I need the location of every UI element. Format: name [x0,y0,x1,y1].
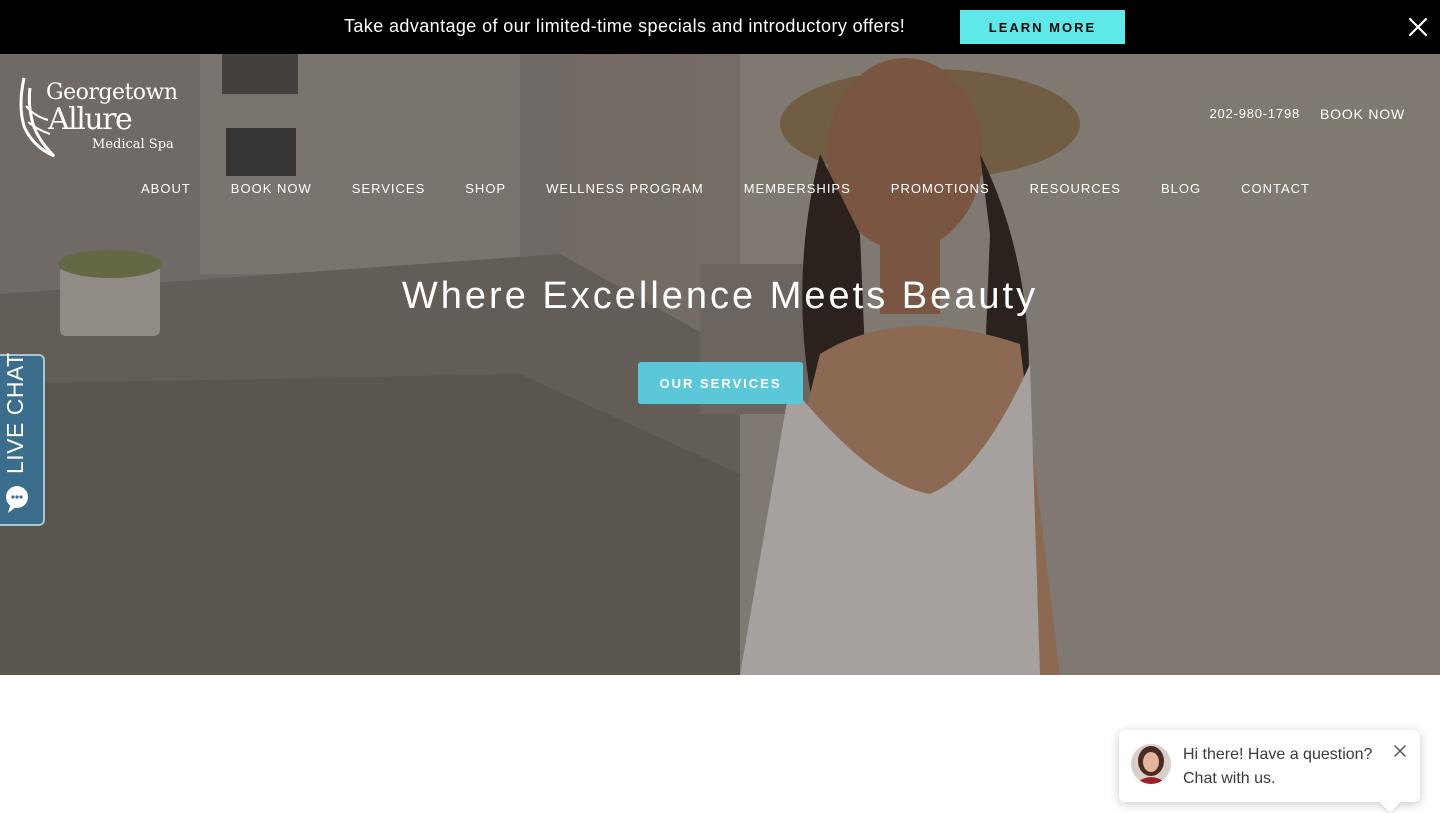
chat-bubble-icon [6,486,28,513]
chat-popup[interactable]: Hi there! Have a question? Chat with us. [1119,730,1420,813]
nav-item-book-now[interactable]: BOOK NOW [231,181,312,196]
promo-bar: Take advantage of our limited-time speci… [0,0,1440,54]
nav-item-services[interactable]: SERVICES [352,181,426,196]
nav-item-wellness-program[interactable]: WELLNESS PROGRAM [546,181,704,196]
chat-popup-line2: Chat with us. [1183,770,1276,787]
close-icon[interactable] [1406,15,1430,39]
logo-text-medical-spa: Medical Spa [92,137,174,152]
nav-item-promotions[interactable]: PROMOTIONS [891,181,990,196]
nav-item-memberships[interactable]: MEMBERSHIPS [744,181,851,196]
chat-popup-line1: Hi there! Have a question? [1183,746,1373,763]
book-now-link[interactable]: BOOK NOW [1320,106,1405,122]
live-chat-tab[interactable]: LIVE CHAT [0,352,45,526]
agent-avatar [1131,744,1171,784]
nav-item-about[interactable]: ABOUT [141,181,191,196]
promo-text: Take advantage of our limited-time speci… [344,16,906,36]
nav-item-resources[interactable]: RESOURCES [1030,181,1121,196]
header-top-links: 202-980-1798 BOOK NOW [1209,106,1405,122]
learn-more-button[interactable]: LEARN MORE [960,10,1125,44]
nav-item-blog[interactable]: BLOG [1161,181,1201,196]
our-services-button[interactable]: OUR SERVICES [638,362,803,404]
main-nav: ABOUT BOOK NOW SERVICES SHOP WELLNESS PR… [141,181,1310,196]
site-logo[interactable]: Georgetown Allure Medical Spa [18,76,178,158]
chat-popup-message: Hi there! Have a question? Chat with us. [1183,743,1372,791]
logo-text-allure: Allure [48,102,133,137]
phone-link[interactable]: 202-980-1798 [1209,106,1300,122]
live-chat-label: LIVE CHAT [2,352,28,474]
nav-item-shop[interactable]: SHOP [465,181,506,196]
nav-item-contact[interactable]: CONTACT [1241,181,1310,196]
close-icon[interactable] [1393,744,1407,758]
hero-section: Georgetown Allure Medical Spa 202-980-17… [0,54,1440,675]
hero-title: Where Excellence Meets Beauty [401,275,1039,317]
